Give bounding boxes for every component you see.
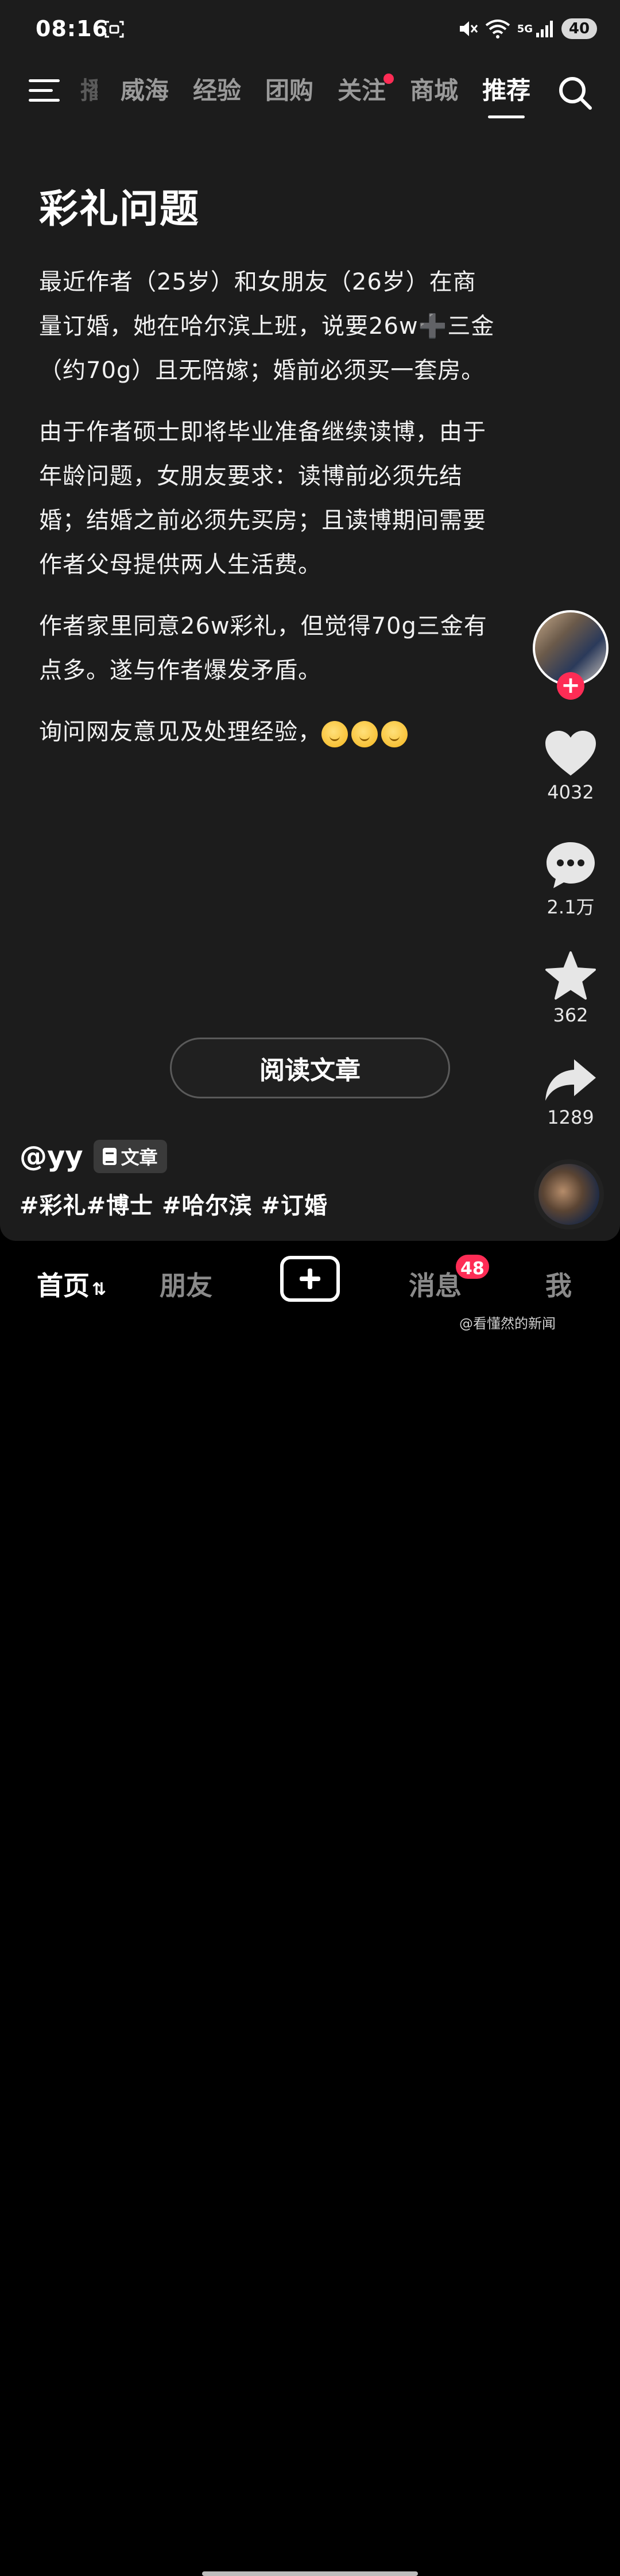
screenshot-icon <box>104 21 124 38</box>
tab-following[interactable]: 关注 <box>338 74 394 108</box>
notification-dot <box>383 74 394 84</box>
heart-icon <box>545 731 596 776</box>
author-row: @yy 文章 <box>20 1140 167 1173</box>
top-nav: 播 威海 经验 团购 关注 商城 推荐 <box>0 68 620 125</box>
comment-icon <box>547 842 595 888</box>
share-count: 1289 <box>547 1106 594 1128</box>
comment-button[interactable]: 2.1万 <box>533 840 609 919</box>
article-badge-label: 文章 <box>121 1147 158 1169</box>
article-paragraph: 由于作者硕士即将毕业准备继续读博，由于年龄问题，女朋友要求：读博前必须先结婚；结… <box>39 419 486 578</box>
tab-recommend[interactable]: 推荐 <box>482 74 530 108</box>
hashtags[interactable]: #彩礼#博士 #哈尔滨 #订婚 <box>20 1187 328 1220</box>
tab-friends[interactable]: 朋友 <box>160 1265 212 1303</box>
read-article-label: 阅读文章 <box>259 1056 361 1085</box>
network-type: 5G <box>517 22 533 35</box>
tab-friends-label: 朋友 <box>160 1270 212 1301</box>
follow-button[interactable]: + <box>557 672 584 700</box>
like-count: 4032 <box>547 781 594 803</box>
battery-level: 40 <box>568 20 590 37</box>
salute-emoji-icon <box>351 720 378 747</box>
status-bar: 08:16 5G 40 <box>0 0 620 57</box>
comment-count: 2.1万 <box>547 896 595 918</box>
feed-screen: 08:16 5G 40 播 威海 经验 团购 关注 商城 推荐 彩礼问题 最近作… <box>0 0 620 1241</box>
tab-home-label: 首页 <box>37 1270 90 1301</box>
tab-me-label: 我 <box>545 1270 572 1301</box>
wifi-icon <box>485 20 510 38</box>
battery-indicator: 40 <box>561 18 597 39</box>
status-icons: 5G 40 <box>458 16 597 41</box>
menu-icon[interactable] <box>28 76 62 106</box>
tab-messages-label: 消息 <box>409 1270 462 1301</box>
channel-tabs: 播 威海 经验 团购 关注 商城 推荐 <box>80 74 555 108</box>
article-title: 彩礼问题 <box>39 187 200 232</box>
messages-badge: 48 <box>454 1252 491 1281</box>
watermark: @看懂然的新闻 <box>459 1316 556 1332</box>
article-question: 询问网友意见及处理经验， <box>39 719 321 745</box>
article-paragraph: 最近作者（25岁）和女朋友（26岁）在商量订婚，她在哈尔滨上班，说要26w➕三金… <box>39 269 495 384</box>
article-paragraph: 作者家里同意26w彩礼，但觉得70g三金有点多。遂与作者爆发矛盾。 <box>39 613 487 684</box>
signal-icon <box>536 21 553 37</box>
document-icon <box>102 1148 117 1165</box>
action-rail: + 4032 2.1万 362 1289 <box>533 610 609 1128</box>
author-avatar[interactable]: + <box>533 610 609 700</box>
music-disc[interactable] <box>534 1159 604 1229</box>
share-arrow-icon <box>545 1059 596 1101</box>
share-button[interactable]: 1289 <box>533 1057 609 1128</box>
home-indicator <box>202 2571 418 2576</box>
tab-group-buy[interactable]: 团购 <box>265 74 313 108</box>
article-body: 彩礼问题 最近作者（25岁）和女朋友（26岁）在商量订婚，她在哈尔滨上班，说要2… <box>39 187 498 773</box>
tab-home[interactable]: 首页 ⇅ <box>37 1265 106 1303</box>
bottom-tab-bar: 首页 ⇅ 朋友 消息 48 我 @看懂然的新闻 <box>0 1241 620 2576</box>
tab-mall[interactable]: 商城 <box>410 74 458 108</box>
salute-emoji-icon <box>321 720 348 747</box>
search-icon[interactable] <box>557 75 594 111</box>
create-button[interactable] <box>280 1256 340 1302</box>
tab-experience[interactable]: 经验 <box>193 74 241 108</box>
favorite-button[interactable]: 362 <box>533 950 609 1026</box>
mute-icon <box>459 21 478 36</box>
tab-partial[interactable]: 播 <box>80 74 98 108</box>
tab-weihai[interactable]: 威海 <box>121 74 169 108</box>
status-time: 08:16 <box>36 16 108 41</box>
favorite-count: 362 <box>553 1004 588 1026</box>
article-type-badge: 文章 <box>93 1140 167 1173</box>
read-article-button[interactable]: 阅读文章 <box>170 1038 450 1098</box>
article-last-line: 询问网友意见及处理经验， <box>39 710 498 755</box>
plus-icon <box>300 1268 320 1289</box>
salute-emoji-icon <box>381 720 408 747</box>
tab-me[interactable]: 我 <box>545 1265 572 1303</box>
author-name[interactable]: @yy <box>20 1140 83 1173</box>
refresh-icon: ⇅ <box>92 1279 107 1299</box>
star-icon <box>545 951 596 1000</box>
like-button[interactable]: 4032 <box>533 730 609 803</box>
emoji-group <box>321 711 411 755</box>
